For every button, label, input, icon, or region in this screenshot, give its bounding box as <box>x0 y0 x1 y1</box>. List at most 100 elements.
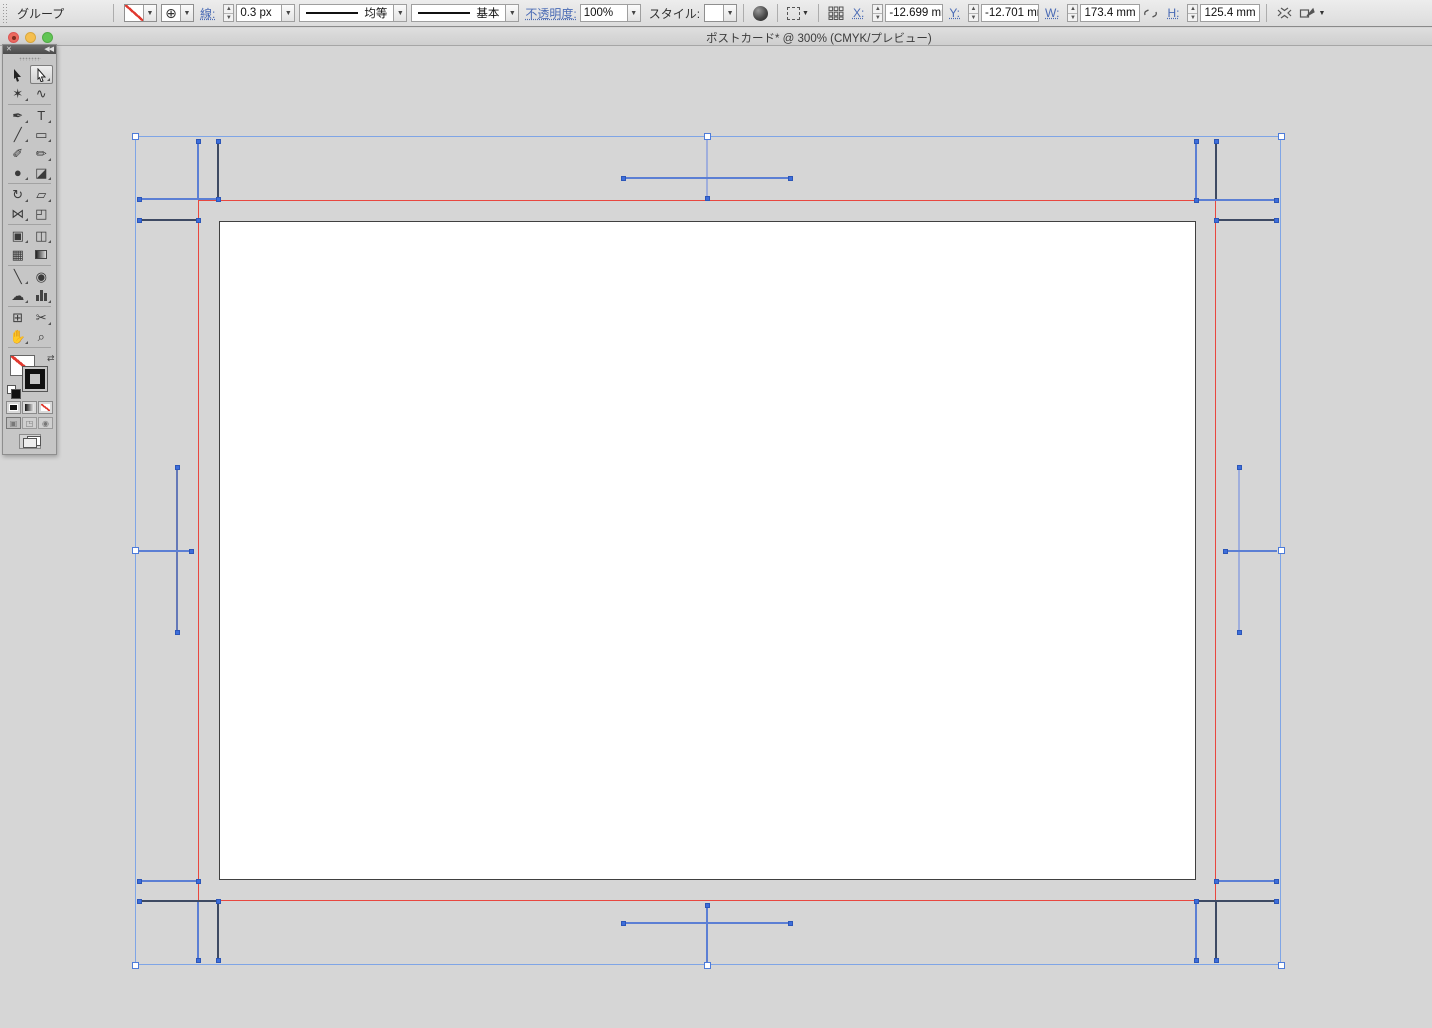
anchor-point[interactable] <box>175 465 180 470</box>
anchor-point[interactable] <box>705 196 710 201</box>
anchor-point[interactable] <box>216 139 221 144</box>
bbox-handle[interactable] <box>704 962 711 969</box>
y-position-input[interactable]: -12.701 mm <box>981 4 1039 22</box>
draw-behind-button[interactable]: ◳ <box>22 417 37 429</box>
anchor-point[interactable] <box>196 879 201 884</box>
canvas[interactable] <box>0 0 1432 1028</box>
free-transform-tool[interactable]: ◰ <box>30 204 54 223</box>
stroke-weight-label[interactable]: 線: <box>200 5 215 22</box>
stroke-color-swatch[interactable]: ⊕ ▼ <box>161 4 194 22</box>
opacity-input[interactable]: 100% <box>580 4 628 22</box>
zoom-tool[interactable]: ⌕ <box>30 327 54 346</box>
bbox-handle[interactable] <box>704 133 711 140</box>
anchor-point[interactable] <box>1194 899 1199 904</box>
direct-selection-tool[interactable] <box>30 65 54 84</box>
constrain-proportions-button[interactable] <box>1140 3 1161 23</box>
type-tool[interactable]: T <box>30 106 54 125</box>
perspective-grid-tool[interactable]: ◫ <box>30 226 54 245</box>
h-stepper[interactable]: ▲▼ <box>1187 4 1198 22</box>
anchor-point[interactable] <box>196 958 201 963</box>
anchor-point[interactable] <box>788 176 793 181</box>
stroke-dropdown-arrow[interactable]: ▼ <box>180 5 193 21</box>
x-position-label[interactable]: X: <box>853 6 864 20</box>
anchor-point[interactable] <box>1214 958 1219 963</box>
w-stepper[interactable]: ▲▼ <box>1067 4 1078 22</box>
pencil-tool[interactable]: ✏ <box>30 144 54 163</box>
selection-tool[interactable] <box>6 65 30 84</box>
swap-fill-stroke-icon[interactable]: ⇄ <box>47 353 55 364</box>
anchor-point[interactable] <box>189 549 194 554</box>
stroke-weight-dropdown[interactable]: ▼ <box>282 4 295 22</box>
color-button[interactable] <box>6 401 21 414</box>
column-graph-tool[interactable] <box>30 286 54 305</box>
anchor-point[interactable] <box>621 176 626 181</box>
bbox-handle[interactable] <box>1278 133 1285 140</box>
none-button[interactable] <box>38 401 53 414</box>
anchor-point[interactable] <box>705 903 710 908</box>
width-profile-combo[interactable]: 均等 ▼ <box>299 4 407 22</box>
close-panel-icon[interactable]: ✕ <box>6 46 12 54</box>
magic-wand-tool[interactable]: ✶ <box>6 84 30 103</box>
bbox-handle[interactable] <box>132 133 139 140</box>
anchor-point[interactable] <box>1274 198 1279 203</box>
blob-brush-tool[interactable]: ● <box>6 163 30 182</box>
width-profile-dropdown[interactable]: ▼ <box>393 5 406 21</box>
anchor-point[interactable] <box>196 139 201 144</box>
style-dropdown[interactable]: ▼ <box>723 5 736 21</box>
anchor-point[interactable] <box>1194 198 1199 203</box>
anchor-point[interactable] <box>1237 465 1242 470</box>
brush-definition-combo[interactable]: 基本 ▼ <box>411 4 519 22</box>
stroke-weight-input[interactable]: 0.3 px <box>236 4 282 22</box>
document-title-bar[interactable]: ポストカード* @ 300% (CMYK/プレビュー) <box>0 28 1432 46</box>
width-tool[interactable]: ⋈ <box>6 204 30 223</box>
anchor-point[interactable] <box>216 899 221 904</box>
y-position-label[interactable]: Y: <box>949 6 960 20</box>
stroke-weight-stepper[interactable]: ▲▼ <box>223 4 234 22</box>
anchor-point[interactable] <box>137 218 142 223</box>
anchor-point[interactable] <box>137 899 142 904</box>
width-input[interactable]: 173.4 mm <box>1080 4 1140 22</box>
artboard-tool[interactable]: ⊞ <box>6 308 30 327</box>
shape-options-button[interactable]: ▼ <box>1296 3 1328 23</box>
line-segment-tool[interactable]: ╱ <box>6 125 30 144</box>
opacity-label[interactable]: 不透明度: <box>525 5 576 22</box>
bbox-handle[interactable] <box>1278 547 1285 554</box>
draw-inside-button[interactable]: ◉ <box>38 417 53 429</box>
bbox-handle[interactable] <box>132 962 139 969</box>
slice-tool[interactable]: ✂ <box>30 308 54 327</box>
height-input[interactable]: 125.4 mm <box>1200 4 1260 22</box>
zoom-window-button[interactable] <box>42 32 53 43</box>
gradient-tool[interactable] <box>30 245 54 264</box>
anchor-point[interactable] <box>1274 218 1279 223</box>
panel-drag-handle[interactable] <box>2 3 9 23</box>
x-stepper[interactable]: ▲▼ <box>872 4 883 22</box>
anchor-point[interactable] <box>1274 899 1279 904</box>
anchor-point[interactable] <box>1223 549 1228 554</box>
rotate-tool[interactable]: ↻ <box>6 185 30 204</box>
anchor-point[interactable] <box>1214 218 1219 223</box>
screen-mode-button[interactable] <box>19 434 41 449</box>
y-stepper[interactable]: ▲▼ <box>968 4 979 22</box>
minimize-window-button[interactable] <box>25 32 36 43</box>
anchor-point[interactable] <box>137 197 142 202</box>
eraser-tool[interactable]: ◪ <box>30 163 54 182</box>
anchor-point[interactable] <box>1274 879 1279 884</box>
hand-tool[interactable]: ✋ <box>6 327 30 346</box>
anchor-point[interactable] <box>788 921 793 926</box>
pen-tool[interactable]: ✒ <box>6 106 30 125</box>
anchor-point[interactable] <box>1214 879 1219 884</box>
close-window-button[interactable] <box>8 32 19 43</box>
anchor-point[interactable] <box>196 218 201 223</box>
tools-panel-header[interactable]: ✕ ◀◀ <box>3 45 56 54</box>
bbox-handle[interactable] <box>1278 962 1285 969</box>
stroke-swatch[interactable] <box>22 366 48 392</box>
panel-grip[interactable] <box>3 54 56 64</box>
draw-normal-button[interactable]: ▣ <box>6 417 21 429</box>
symbol-sprayer-tool[interactable]: ☁ <box>6 286 30 305</box>
anchor-point[interactable] <box>1194 139 1199 144</box>
transform-button[interactable] <box>1273 3 1296 23</box>
recolor-artwork-button[interactable] <box>750 3 771 23</box>
collapse-panel-icon[interactable]: ◀◀ <box>44 46 53 54</box>
anchor-point[interactable] <box>216 197 221 202</box>
bbox-handle[interactable] <box>132 547 139 554</box>
